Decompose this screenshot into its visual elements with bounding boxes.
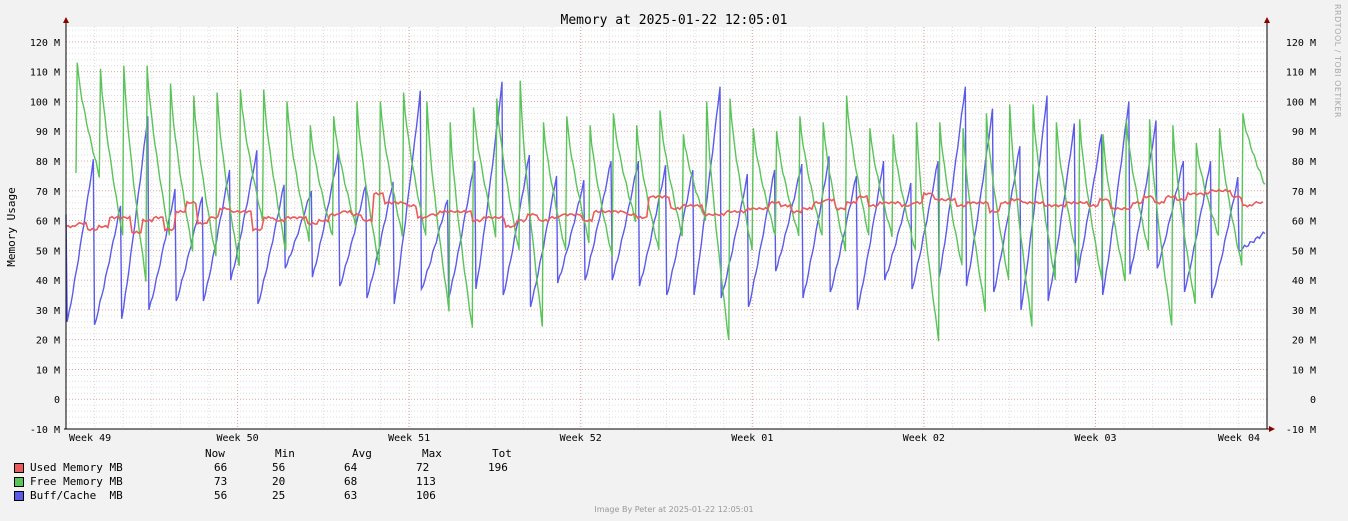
y-tick-label-right: 80 M xyxy=(1292,157,1316,168)
x-tick-label: Week 02 xyxy=(903,433,945,444)
legend: Now Min Avg Max Tot Used Memory MB 66 56… xyxy=(14,447,534,503)
y-tick-label-right: 0 xyxy=(1310,395,1316,406)
y-tick-label-right: 120 M xyxy=(1286,38,1316,49)
y-tick-label-left: -10 M xyxy=(30,425,60,436)
legend-header-tot: Tot xyxy=(492,447,512,460)
y-axis-arrow-right xyxy=(1264,17,1270,23)
chart-title: Memory at 2025-01-22 12:05:01 xyxy=(561,13,788,28)
chart-stage: Memory at 2025-01-22 12:05:01 Memory Usa… xyxy=(0,0,1348,521)
y-tick-label-left: 40 M xyxy=(36,276,60,287)
y-tick-label-right: 40 M xyxy=(1292,276,1316,287)
legend-avg-used: 64 xyxy=(344,461,358,474)
legend-swatch-free xyxy=(14,477,24,487)
legend-row-buff: Buff/Cache MB 56 25 63 106 xyxy=(14,489,534,503)
y-tick-label-right: 60 M xyxy=(1292,217,1316,228)
legend-label-free: Free Memory MB xyxy=(30,475,123,488)
x-tick-label: Week 51 xyxy=(388,433,430,444)
legend-row-free: Free Memory MB 73 20 68 113 xyxy=(14,475,534,489)
legend-min-buff: 25 xyxy=(272,489,286,502)
x-tick-label: Week 03 xyxy=(1074,433,1116,444)
legend-max-buff: 106 xyxy=(416,489,436,502)
legend-now-free: 73 xyxy=(214,475,228,488)
legend-header-min: Min xyxy=(275,447,295,460)
legend-now-buff: 56 xyxy=(214,489,228,502)
legend-swatch-buff xyxy=(14,491,24,501)
legend-min-used: 56 xyxy=(272,461,286,474)
y-tick-label-right: 70 M xyxy=(1292,187,1316,198)
legend-header-max: Max xyxy=(422,447,442,460)
y-tick-label-left: 10 M xyxy=(36,365,60,376)
legend-header-avg: Avg xyxy=(352,447,372,460)
y-tick-label-right: 30 M xyxy=(1292,306,1316,317)
y-tick-label-right: 100 M xyxy=(1286,97,1316,108)
y-tick-label-right: 50 M xyxy=(1292,246,1316,257)
y-tick-label-left: 30 M xyxy=(36,306,60,317)
y-tick-label-left: 50 M xyxy=(36,246,60,257)
y-tick-label-left: 70 M xyxy=(36,187,60,198)
legend-max-used: 72 xyxy=(416,461,430,474)
legend-now-used: 66 xyxy=(214,461,228,474)
legend-label-used: Used Memory MB xyxy=(30,461,123,474)
y-tick-label-right: 20 M xyxy=(1292,336,1316,347)
legend-label-buff: Buff/Cache MB xyxy=(30,489,123,502)
y-tick-label-right: 10 M xyxy=(1292,365,1316,376)
y-tick-label-left: 80 M xyxy=(36,157,60,168)
y-tick-label-left: 20 M xyxy=(36,336,60,347)
legend-header: Now Min Avg Max Tot xyxy=(14,447,534,461)
legend-swatch-used xyxy=(14,463,24,473)
legend-row-used: Used Memory MB 66 56 64 72 196 xyxy=(14,461,534,475)
x-axis-arrow xyxy=(1269,426,1275,432)
watermark: RRDTOOL / TOBI OETIKER xyxy=(1333,4,1342,119)
legend-header-now: Now xyxy=(205,447,225,460)
x-tick-label: Week 49 xyxy=(69,433,111,444)
y-tick-label-left: 120 M xyxy=(30,38,60,49)
y-axis-arrow-left xyxy=(63,17,69,23)
x-tick-label: Week 01 xyxy=(731,433,773,444)
y-tick-label-left: 0 xyxy=(54,395,60,406)
y-tick-label-left: 90 M xyxy=(36,127,60,138)
x-tick-label: Week 50 xyxy=(216,433,258,444)
x-tick-label: Week 04 xyxy=(1218,433,1260,444)
legend-tot-used: 196 xyxy=(488,461,508,474)
y-tick-label-right: 90 M xyxy=(1292,127,1316,138)
legend-avg-free: 68 xyxy=(344,475,358,488)
legend-min-free: 20 xyxy=(272,475,286,488)
legend-max-free: 113 xyxy=(416,475,436,488)
y-tick-label-left: 100 M xyxy=(30,97,60,108)
legend-avg-buff: 63 xyxy=(344,489,358,502)
x-tick-label: Week 52 xyxy=(560,433,602,444)
y-tick-label-left: 60 M xyxy=(36,217,60,228)
footer-credit: Image By Peter at 2025-01-22 12:05:01 xyxy=(594,505,754,514)
y-tick-label-right: -10 M xyxy=(1286,425,1316,436)
y-tick-label-right: 110 M xyxy=(1286,68,1316,79)
y-tick-label-left: 110 M xyxy=(30,68,60,79)
y-axis-label: Memory Usage xyxy=(5,187,18,266)
memory-chart: Memory at 2025-01-22 12:05:01 Memory Usa… xyxy=(5,13,1316,444)
